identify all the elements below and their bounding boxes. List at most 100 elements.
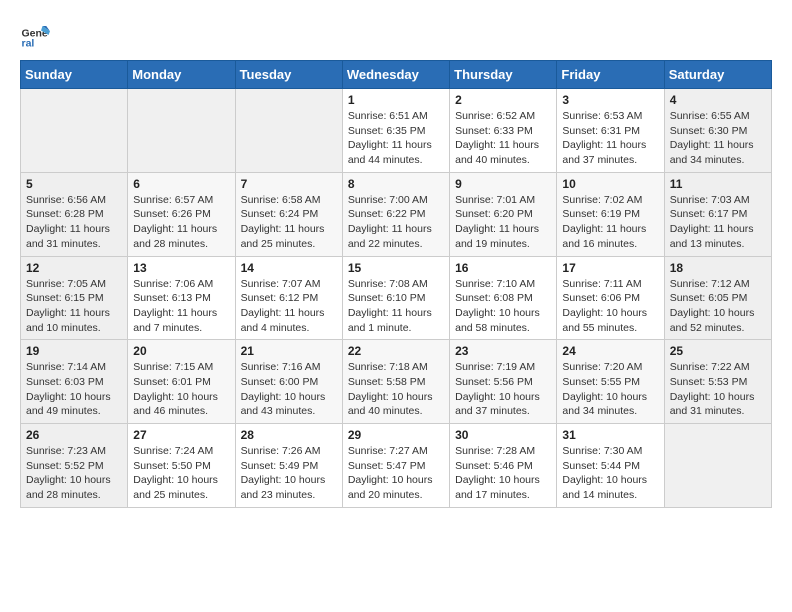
day-number: 3: [562, 93, 658, 107]
day-info: Sunrise: 7:20 AM Sunset: 5:55 PM Dayligh…: [562, 360, 658, 419]
calendar-cell: [664, 424, 771, 508]
day-info: Sunrise: 6:55 AM Sunset: 6:30 PM Dayligh…: [670, 109, 766, 168]
day-number: 29: [348, 428, 444, 442]
calendar-cell: [235, 89, 342, 173]
day-number: 20: [133, 344, 229, 358]
calendar-cell: 3 Sunrise: 6:53 AM Sunset: 6:31 PM Daylig…: [557, 89, 664, 173]
day-number: 15: [348, 261, 444, 275]
day-info: Sunrise: 7:23 AM Sunset: 5:52 PM Dayligh…: [26, 444, 122, 503]
day-number: 11: [670, 177, 766, 191]
day-info: Sunrise: 7:26 AM Sunset: 5:49 PM Dayligh…: [241, 444, 337, 503]
calendar-cell: 23Sunrise: 7:19 AM Sunset: 5:56 PM Dayli…: [450, 340, 557, 424]
calendar-cell: 20 Sunrise: 7:15 AM Sunset: 6:01 PM Dayli…: [128, 340, 235, 424]
svg-text:ral: ral: [22, 37, 35, 49]
day-number: 21: [241, 344, 337, 358]
page-header: Gene ral: [20, 20, 772, 50]
calendar-cell: 7 Sunrise: 6:58 AM Sunset: 6:24 PM Daylig…: [235, 172, 342, 256]
day-info: Sunrise: 6:53 AM Sunset: 6:31 PM Dayligh…: [562, 109, 658, 168]
day-number: 14: [241, 261, 337, 275]
calendar-cell: 18Sunrise: 7:12 AM Sunset: 6:05 PM Dayli…: [664, 256, 771, 340]
logo-icon: Gene ral: [20, 20, 50, 50]
day-info: Sunrise: 7:00 AM Sunset: 6:22 PM Dayligh…: [348, 193, 444, 252]
day-info: Sunrise: 7:11 AM Sunset: 6:06 PM Dayligh…: [562, 277, 658, 336]
calendar-cell: 6 Sunrise: 6:57 AM Sunset: 6:26 PM Daylig…: [128, 172, 235, 256]
day-number: 4: [670, 93, 766, 107]
day-info: Sunrise: 7:16 AM Sunset: 6:00 PM Dayligh…: [241, 360, 337, 419]
calendar-week-row: 1 Sunrise: 6:51 AM Sunset: 6:35 PM Daylig…: [21, 89, 772, 173]
day-number: 25: [670, 344, 766, 358]
day-number: 31: [562, 428, 658, 442]
day-info: Sunrise: 6:57 AM Sunset: 6:26 PM Dayligh…: [133, 193, 229, 252]
day-number: 28: [241, 428, 337, 442]
calendar-header-row: SundayMondayTuesdayWednesdayThursdayFrid…: [21, 61, 772, 89]
calendar-cell: 1 Sunrise: 6:51 AM Sunset: 6:35 PM Daylig…: [342, 89, 449, 173]
day-info: Sunrise: 7:05 AM Sunset: 6:15 PM Dayligh…: [26, 277, 122, 336]
day-number: 30: [455, 428, 551, 442]
day-number: 8: [348, 177, 444, 191]
calendar-cell: 19 Sunrise: 7:14 AM Sunset: 6:03 PM Dayli…: [21, 340, 128, 424]
day-info: Sunrise: 7:08 AM Sunset: 6:10 PM Dayligh…: [348, 277, 444, 336]
day-info: Sunrise: 7:14 AM Sunset: 6:03 PM Dayligh…: [26, 360, 122, 419]
calendar-week-row: 26 Sunrise: 7:23 AM Sunset: 5:52 PM Dayli…: [21, 424, 772, 508]
calendar-cell: 4 Sunrise: 6:55 AM Sunset: 6:30 PM Daylig…: [664, 89, 771, 173]
calendar-cell: 22Sunrise: 7:18 AM Sunset: 5:58 PM Dayli…: [342, 340, 449, 424]
day-number: 13: [133, 261, 229, 275]
calendar-cell: 25 Sunrise: 7:22 AM Sunset: 5:53 PM Dayli…: [664, 340, 771, 424]
day-info: Sunrise: 7:07 AM Sunset: 6:12 PM Dayligh…: [241, 277, 337, 336]
calendar-cell: 31 Sunrise: 7:30 AM Sunset: 5:44 PM Dayli…: [557, 424, 664, 508]
day-of-week-header: Saturday: [664, 61, 771, 89]
calendar-cell: 10 Sunrise: 7:02 AM Sunset: 6:19 PM Dayli…: [557, 172, 664, 256]
calendar-cell: 15 Sunrise: 7:08 AM Sunset: 6:10 PM Dayli…: [342, 256, 449, 340]
calendar-cell: 30 Sunrise: 7:28 AM Sunset: 5:46 PM Dayli…: [450, 424, 557, 508]
logo: Gene ral: [20, 20, 54, 50]
day-number: 26: [26, 428, 122, 442]
day-number: 18: [670, 261, 766, 275]
day-info: Sunrise: 7:22 AM Sunset: 5:53 PM Dayligh…: [670, 360, 766, 419]
day-number: 7: [241, 177, 337, 191]
day-of-week-header: Sunday: [21, 61, 128, 89]
day-info: Sunrise: 6:58 AM Sunset: 6:24 PM Dayligh…: [241, 193, 337, 252]
calendar-cell: [21, 89, 128, 173]
day-info: Sunrise: 6:52 AM Sunset: 6:33 PM Dayligh…: [455, 109, 551, 168]
calendar-cell: 27 Sunrise: 7:24 AM Sunset: 5:50 PM Dayli…: [128, 424, 235, 508]
calendar-cell: 26 Sunrise: 7:23 AM Sunset: 5:52 PM Dayli…: [21, 424, 128, 508]
day-info: Sunrise: 7:10 AM Sunset: 6:08 PM Dayligh…: [455, 277, 551, 336]
day-info: Sunrise: 7:24 AM Sunset: 5:50 PM Dayligh…: [133, 444, 229, 503]
day-of-week-header: Tuesday: [235, 61, 342, 89]
day-info: Sunrise: 7:27 AM Sunset: 5:47 PM Dayligh…: [348, 444, 444, 503]
day-info: Sunrise: 7:28 AM Sunset: 5:46 PM Dayligh…: [455, 444, 551, 503]
day-of-week-header: Thursday: [450, 61, 557, 89]
calendar-week-row: 12Sunrise: 7:05 AM Sunset: 6:15 PM Dayli…: [21, 256, 772, 340]
day-info: Sunrise: 7:06 AM Sunset: 6:13 PM Dayligh…: [133, 277, 229, 336]
day-info: Sunrise: 7:02 AM Sunset: 6:19 PM Dayligh…: [562, 193, 658, 252]
day-info: Sunrise: 7:18 AM Sunset: 5:58 PM Dayligh…: [348, 360, 444, 419]
calendar-cell: 16 Sunrise: 7:10 AM Sunset: 6:08 PM Dayli…: [450, 256, 557, 340]
day-info: Sunrise: 6:56 AM Sunset: 6:28 PM Dayligh…: [26, 193, 122, 252]
calendar-cell: 2 Sunrise: 6:52 AM Sunset: 6:33 PM Daylig…: [450, 89, 557, 173]
calendar-cell: 8 Sunrise: 7:00 AM Sunset: 6:22 PM Daylig…: [342, 172, 449, 256]
day-info: Sunrise: 6:51 AM Sunset: 6:35 PM Dayligh…: [348, 109, 444, 168]
calendar-cell: 13 Sunrise: 7:06 AM Sunset: 6:13 PM Dayli…: [128, 256, 235, 340]
day-number: 19: [26, 344, 122, 358]
day-number: 5: [26, 177, 122, 191]
day-number: 1: [348, 93, 444, 107]
calendar-cell: 11Sunrise: 7:03 AM Sunset: 6:17 PM Dayli…: [664, 172, 771, 256]
day-of-week-header: Monday: [128, 61, 235, 89]
day-number: 10: [562, 177, 658, 191]
day-number: 2: [455, 93, 551, 107]
calendar-cell: 17 Sunrise: 7:11 AM Sunset: 6:06 PM Dayli…: [557, 256, 664, 340]
day-info: Sunrise: 7:30 AM Sunset: 5:44 PM Dayligh…: [562, 444, 658, 503]
calendar-week-row: 19 Sunrise: 7:14 AM Sunset: 6:03 PM Dayli…: [21, 340, 772, 424]
day-number: 24: [562, 344, 658, 358]
calendar-cell: [128, 89, 235, 173]
day-number: 23: [455, 344, 551, 358]
day-number: 6: [133, 177, 229, 191]
calendar-cell: 5 Sunrise: 6:56 AM Sunset: 6:28 PM Daylig…: [21, 172, 128, 256]
day-of-week-header: Friday: [557, 61, 664, 89]
day-number: 27: [133, 428, 229, 442]
day-info: Sunrise: 7:15 AM Sunset: 6:01 PM Dayligh…: [133, 360, 229, 419]
day-info: Sunrise: 7:01 AM Sunset: 6:20 PM Dayligh…: [455, 193, 551, 252]
day-number: 16: [455, 261, 551, 275]
calendar-cell: 24 Sunrise: 7:20 AM Sunset: 5:55 PM Dayli…: [557, 340, 664, 424]
day-number: 17: [562, 261, 658, 275]
